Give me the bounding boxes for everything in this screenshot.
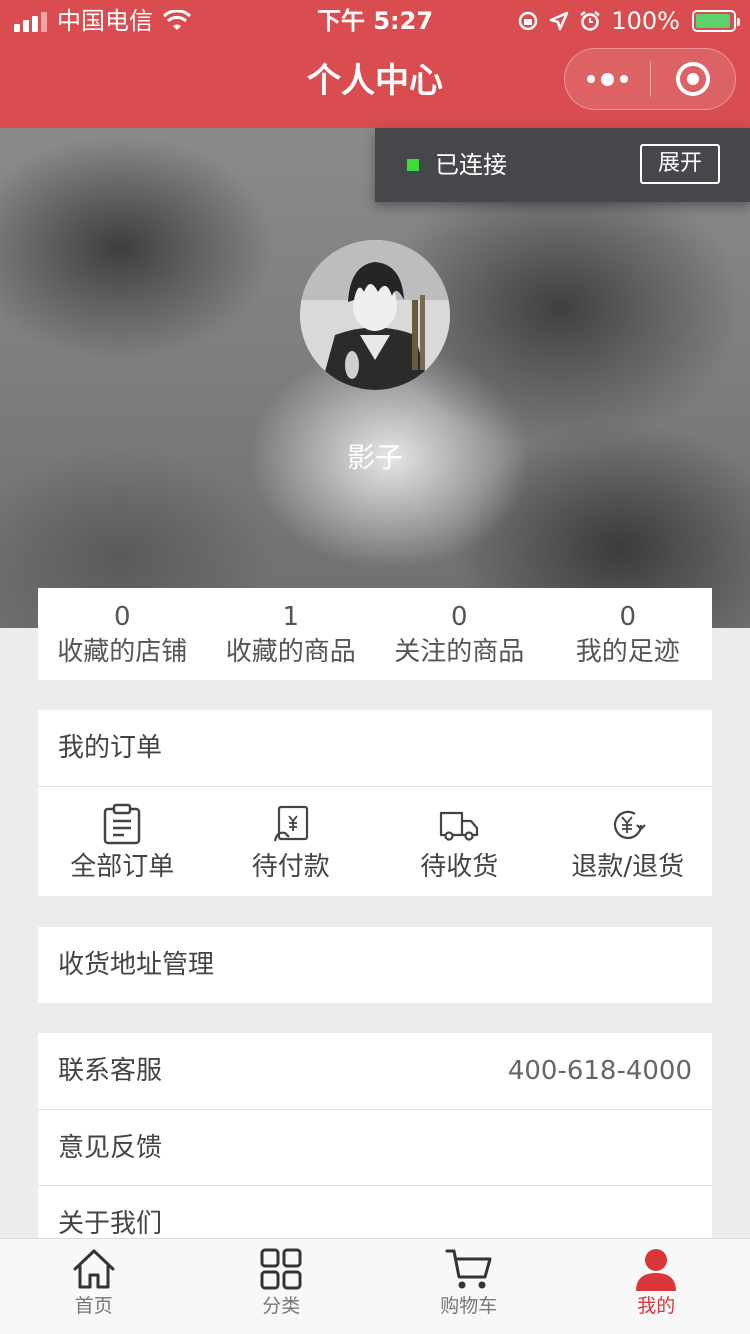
my-orders-header[interactable]: 我的订单 bbox=[38, 710, 712, 786]
stat-value: 0 bbox=[450, 602, 468, 632]
customer-service-phone[interactable]: 400-618-4000 bbox=[508, 1033, 692, 1109]
stat-favorite-shops[interactable]: 0 收藏的店铺 bbox=[38, 588, 207, 680]
target-icon bbox=[675, 62, 710, 96]
more-dot-icon bbox=[619, 75, 628, 83]
username: 影子 bbox=[346, 441, 403, 474]
stat-value: 0 bbox=[113, 602, 131, 632]
stat-value: 0 bbox=[619, 602, 637, 632]
battery-icon bbox=[692, 10, 740, 32]
tab-cart[interactable]: 购物车 bbox=[375, 1239, 563, 1334]
more-button[interactable] bbox=[565, 49, 650, 109]
avatar-image bbox=[300, 240, 450, 390]
connection-banner: 已连接 展开 bbox=[375, 128, 750, 202]
address-management-label: 收货地址管理 bbox=[58, 950, 215, 980]
order-all-label: 全部订单 bbox=[70, 852, 175, 882]
home-icon bbox=[73, 1249, 115, 1289]
stat-value: 1 bbox=[282, 602, 300, 632]
order-refund[interactable]: 退款/退货 bbox=[544, 787, 713, 896]
tab-mine-label: 我的 bbox=[637, 1295, 676, 1317]
status-right: 100% bbox=[517, 0, 740, 42]
connected-indicator-icon bbox=[407, 159, 419, 171]
tab-home[interactable]: 首页 bbox=[0, 1239, 188, 1334]
tab-home-label: 首页 bbox=[74, 1295, 113, 1317]
stat-footprints[interactable]: 0 我的足迹 bbox=[544, 588, 713, 680]
order-pending-payment[interactable]: 待付款 bbox=[207, 787, 376, 896]
rotation-lock-icon bbox=[519, 11, 538, 31]
expand-button[interactable]: 展开 bbox=[640, 144, 720, 184]
order-pending-payment-label: 待付款 bbox=[251, 852, 330, 882]
user-icon bbox=[636, 1249, 677, 1291]
stat-label: 收藏的店铺 bbox=[57, 637, 188, 667]
payment-icon bbox=[273, 805, 308, 842]
address-management-item[interactable]: 收货地址管理 bbox=[38, 927, 712, 1003]
order-pending-delivery-label: 待收货 bbox=[420, 852, 499, 882]
stat-label: 关注的商品 bbox=[394, 637, 525, 667]
status-bar: 中国电信 下午 5:27 100% bbox=[0, 0, 750, 42]
connection-status: 已连接 bbox=[435, 151, 507, 179]
feedback-item[interactable]: 意见反馈 bbox=[38, 1109, 712, 1185]
mini-program-capsule bbox=[564, 48, 736, 110]
location-icon bbox=[550, 11, 569, 31]
customer-service-item[interactable]: 联系客服 400-618-4000 bbox=[38, 1033, 712, 1109]
tab-bar: 首页 分类 购物车 我的 bbox=[0, 1238, 750, 1334]
stat-label: 我的足迹 bbox=[575, 637, 680, 667]
order-refund-label: 退款/退货 bbox=[571, 852, 685, 882]
feedback-label: 意见反馈 bbox=[58, 1133, 163, 1163]
grid-icon bbox=[260, 1248, 302, 1290]
alarm-icon bbox=[580, 11, 601, 31]
page: 中国电信 下午 5:27 100% 个人中心 影子 已连接 展开 0 收藏的店铺… bbox=[0, 0, 750, 1334]
tab-category-label: 分类 bbox=[262, 1295, 301, 1317]
tab-category[interactable]: 分类 bbox=[188, 1239, 376, 1334]
orders-panel: 我的订单 全部订单 待付款 待收货 退款/退货 bbox=[38, 710, 712, 896]
service-panel: 联系客服 400-618-4000 意见反馈 关于我们 bbox=[38, 1033, 712, 1261]
more-dot-icon bbox=[586, 75, 595, 83]
close-mini-program-button[interactable] bbox=[651, 49, 736, 109]
order-status-row: 全部订单 待付款 待收货 退款/退货 bbox=[38, 786, 712, 896]
cart-icon bbox=[445, 1249, 492, 1289]
top-bar: 中国电信 下午 5:27 100% 个人中心 bbox=[0, 0, 750, 128]
truck-icon bbox=[440, 811, 479, 841]
order-all[interactable]: 全部订单 bbox=[38, 787, 207, 896]
battery-percent: 100% bbox=[611, 7, 680, 35]
stat-label: 收藏的商品 bbox=[225, 637, 356, 667]
stats-bar: 0 收藏的店铺 1 收藏的商品 0 关注的商品 0 我的足迹 bbox=[38, 588, 712, 680]
my-orders-title: 我的订单 bbox=[58, 733, 163, 763]
tab-mine[interactable]: 我的 bbox=[563, 1239, 750, 1334]
tab-cart-label: 购物车 bbox=[440, 1295, 498, 1317]
stat-followed-products[interactable]: 0 关注的商品 bbox=[375, 588, 544, 680]
more-dot-icon bbox=[600, 72, 614, 86]
avatar[interactable] bbox=[300, 240, 450, 390]
stat-favorite-products[interactable]: 1 收藏的商品 bbox=[207, 588, 376, 680]
address-panel: 收货地址管理 bbox=[38, 927, 712, 1003]
clipboard-icon bbox=[104, 803, 141, 845]
customer-service-label: 联系客服 bbox=[58, 1056, 163, 1086]
about-us-label: 关于我们 bbox=[58, 1209, 163, 1239]
order-pending-delivery[interactable]: 待收货 bbox=[375, 787, 544, 896]
refund-icon bbox=[613, 810, 646, 840]
